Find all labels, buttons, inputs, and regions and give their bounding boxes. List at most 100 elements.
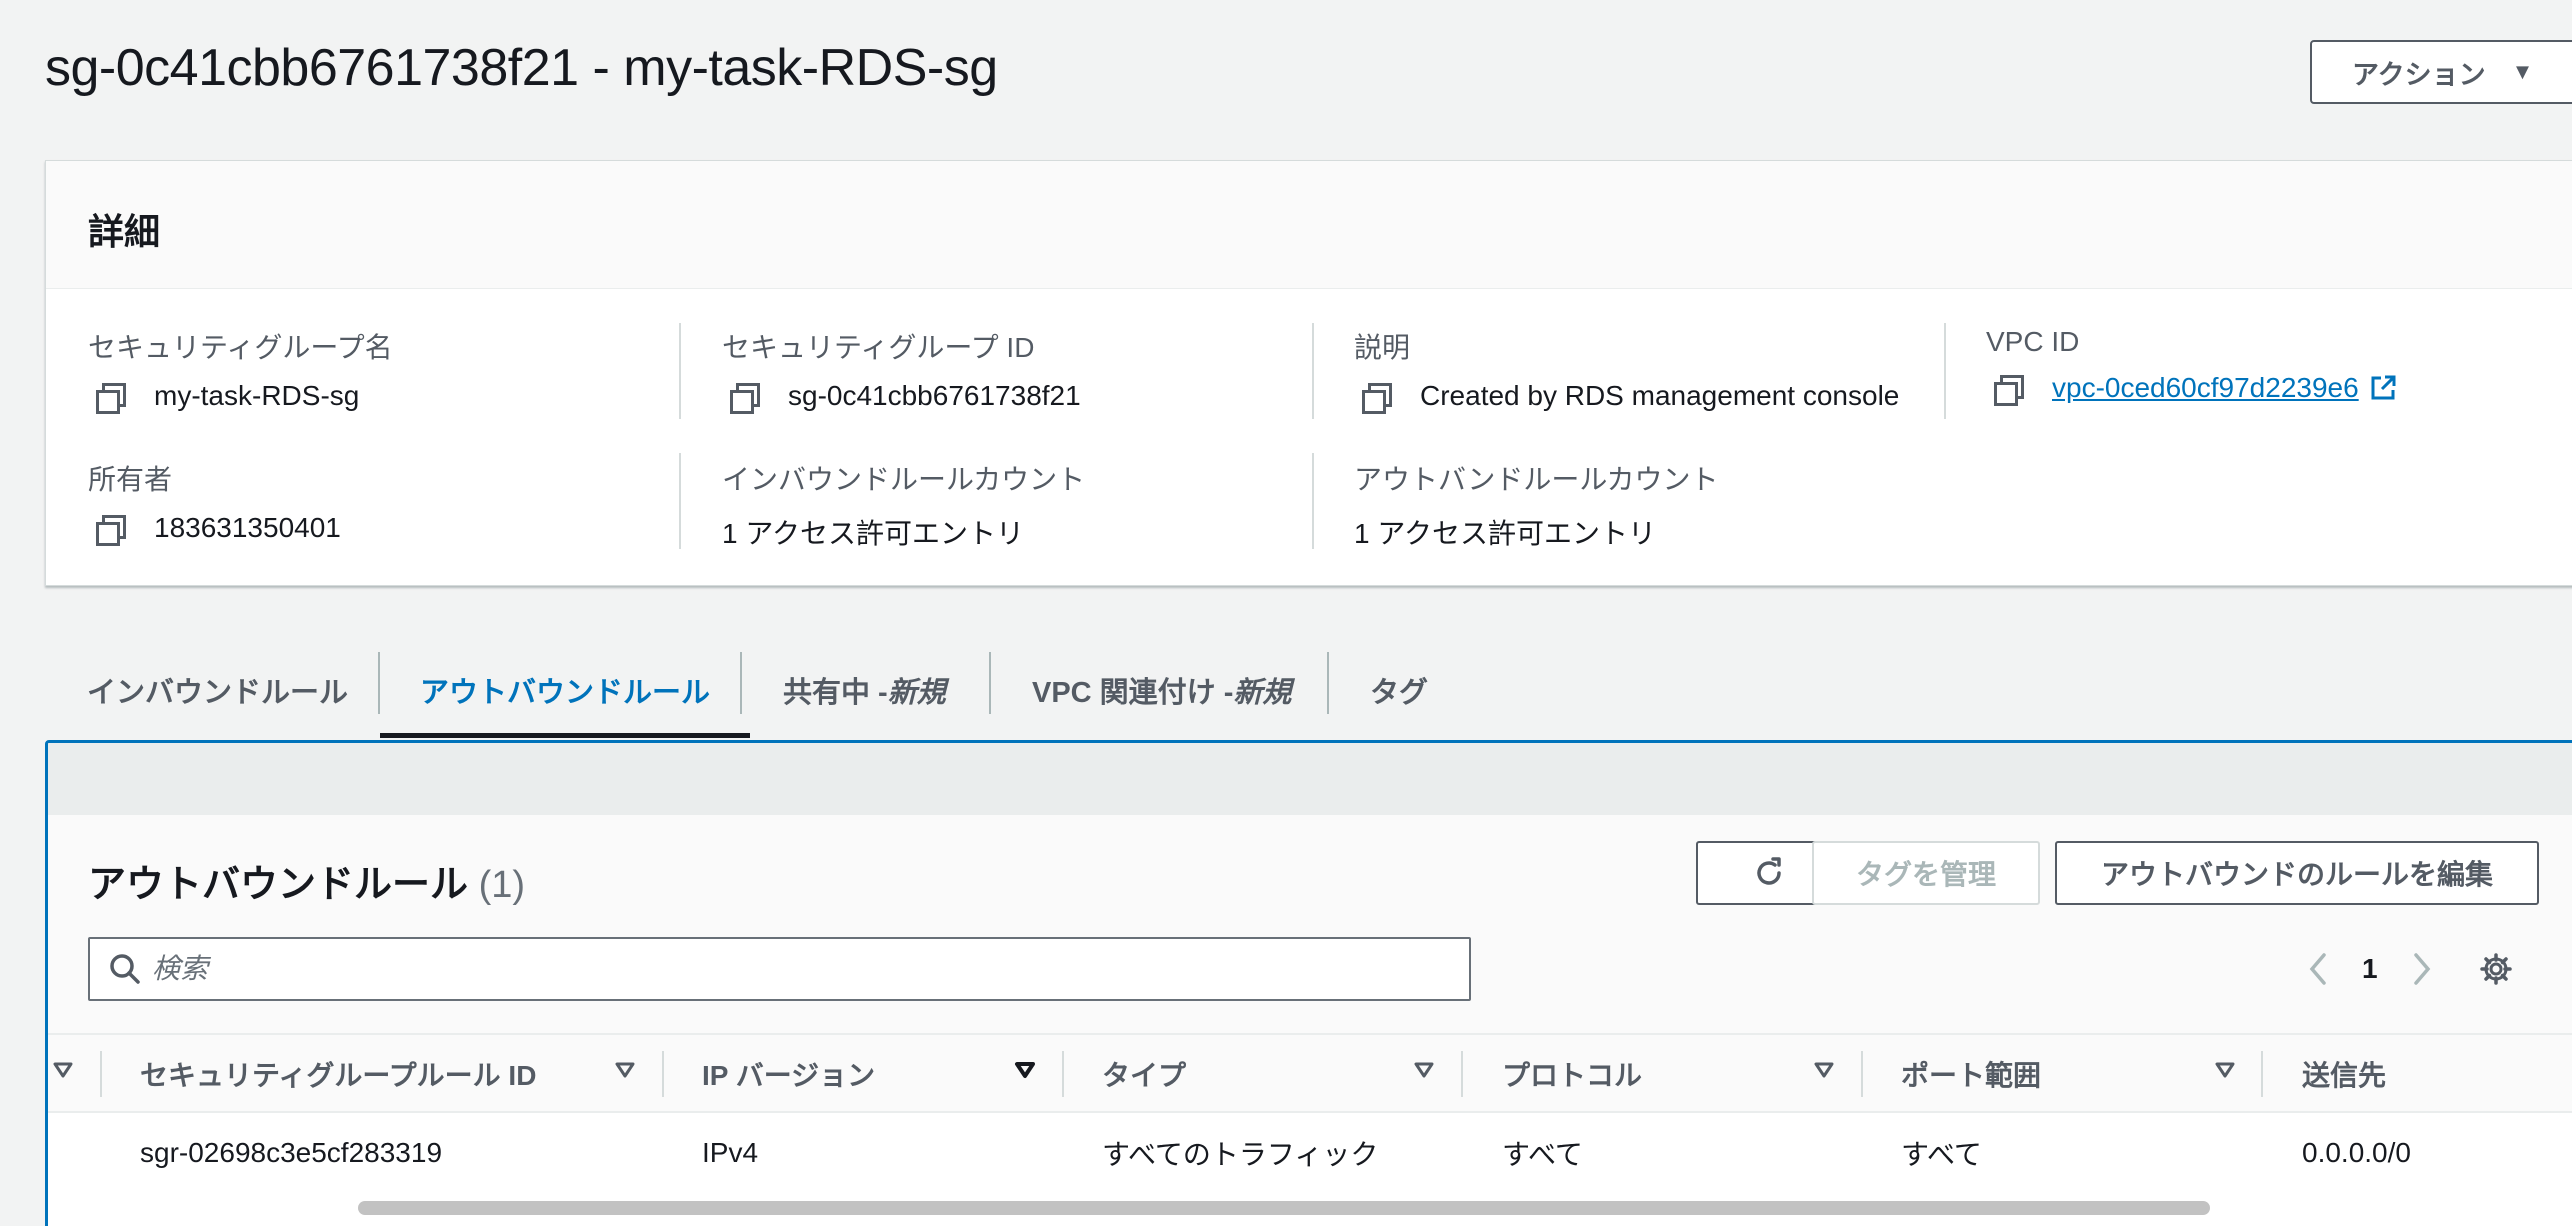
sort-icon[interactable] bbox=[614, 1059, 636, 1081]
detail-vpc-id: VPC ID vpc-0ced60cf97d2239e6 bbox=[1986, 326, 2397, 406]
chevron-right-icon[interactable] bbox=[2410, 951, 2434, 987]
copy-icon[interactable] bbox=[1992, 373, 2024, 406]
sort-icon[interactable] bbox=[1413, 1059, 1435, 1081]
column-header-destination[interactable]: 送信先 bbox=[2302, 1035, 2386, 1113]
detail-inbound-rule-count: インバウンドルールカウント 1 アクセス許可エントリ bbox=[722, 458, 1085, 552]
vpc-id-link[interactable]: vpc-0ced60cf97d2239e6 bbox=[2052, 372, 2359, 404]
sort-icon-active[interactable] bbox=[1014, 1059, 1036, 1081]
sort-icon[interactable] bbox=[52, 1059, 74, 1081]
tab-label: VPC 関連付け - bbox=[1032, 677, 1234, 709]
divider bbox=[1312, 323, 1314, 419]
search-field[interactable] bbox=[88, 937, 1471, 1001]
sort-icon[interactable] bbox=[1813, 1059, 1835, 1081]
detail-value: 1 アクセス許可エントリ bbox=[1354, 518, 1656, 549]
divider bbox=[1312, 453, 1314, 549]
horizontal-scrollbar[interactable] bbox=[358, 1201, 2210, 1215]
search-input[interactable] bbox=[152, 953, 1352, 985]
detail-label: VPC ID bbox=[1986, 326, 2080, 357]
new-badge: 新規 bbox=[1233, 677, 1292, 709]
pagination: 1 bbox=[2306, 937, 2514, 1001]
details-heading: 詳細 bbox=[46, 161, 2572, 289]
search-icon bbox=[110, 954, 140, 984]
tab-label: アウトバウンドルール bbox=[420, 677, 711, 709]
detail-label: インバウンドルールカウント bbox=[722, 464, 1086, 495]
detail-value: Created by RDS management console bbox=[1420, 380, 1900, 411]
cell-rule-id: sgr-02698c3e5cf283319 bbox=[140, 1137, 443, 1168]
detail-security-group-id: セキュリティグループ ID sg-0c41cbb6761738f21 bbox=[722, 326, 1081, 414]
edit-outbound-rules-label: アウトバウンドのルールを編集 bbox=[2100, 859, 2493, 890]
outbound-rules-panel: アウトバウンドルール (1) タグを管理 アウトバウンドのルールを編集 検索 1… bbox=[45, 740, 2572, 1226]
tab-divider bbox=[989, 652, 991, 714]
detail-value: my-task-RDS-sg bbox=[154, 380, 360, 411]
detail-label: 説明 bbox=[1354, 332, 1411, 363]
column-header-protocol[interactable]: プロトコル bbox=[1502, 1035, 1642, 1113]
copy-icon[interactable] bbox=[1360, 381, 1392, 414]
page-title: sg-0c41cbb6761738f21 - my-task-RDS-sg bbox=[45, 39, 998, 97]
detail-label: セキュリティグループ名 bbox=[88, 332, 393, 363]
tab-divider bbox=[1327, 652, 1329, 714]
cell-destination: 0.0.0.0/0 bbox=[2302, 1137, 2411, 1168]
column-header-ip-version[interactable]: IP バージョン bbox=[702, 1035, 875, 1113]
new-badge: 新規 bbox=[887, 677, 946, 709]
copy-icon[interactable] bbox=[94, 513, 126, 546]
table-header: セキュリティグループルール ID IP バージョン タイプ プロトコル ポート範… bbox=[48, 1035, 2572, 1113]
column-divider bbox=[2261, 1051, 2263, 1097]
external-link-icon bbox=[2371, 375, 2396, 400]
tab-inbound-rules[interactable]: インバウンドルール bbox=[87, 640, 348, 740]
detail-value: 1 アクセス許可エントリ bbox=[722, 518, 1024, 549]
column-header-rule-id[interactable]: セキュリティグループルール ID bbox=[140, 1035, 536, 1113]
column-divider bbox=[1861, 1051, 1863, 1097]
column-divider bbox=[1062, 1051, 1064, 1097]
detail-label: アウトバンドルールカウント bbox=[1354, 464, 1719, 495]
copy-icon[interactable] bbox=[728, 381, 760, 414]
tab-sharing[interactable]: 共有中 - 新規 bbox=[783, 640, 946, 740]
column-divider bbox=[100, 1051, 102, 1097]
current-page[interactable]: 1 bbox=[2362, 953, 2378, 985]
manage-tags-button[interactable]: タグを管理 bbox=[1812, 841, 2040, 905]
divider bbox=[1944, 323, 1946, 419]
tab-tags[interactable]: タグ bbox=[1370, 640, 1428, 740]
column-divider bbox=[662, 1051, 664, 1097]
outbound-rules-header: アウトバウンドルール (1) タグを管理 アウトバウンドのルールを編集 検索 1 bbox=[48, 815, 2572, 1035]
tab-vpc-associations[interactable]: VPC 関連付け - 新規 bbox=[1032, 640, 1291, 740]
outbound-rules-title-text: アウトバウンドルール bbox=[88, 864, 469, 906]
actions-dropdown-button[interactable]: アクション ▼ bbox=[2310, 40, 2572, 104]
tab-outbound-rules[interactable]: アウトバウンドルール bbox=[380, 640, 751, 740]
edit-outbound-rules-button[interactable]: アウトバウンドのルールを編集 bbox=[2055, 841, 2539, 905]
detail-label: 所有者 bbox=[88, 464, 173, 495]
panel-top-strip bbox=[48, 743, 2572, 815]
detail-value: 183631350401 bbox=[154, 512, 341, 543]
copy-icon[interactable] bbox=[94, 381, 126, 414]
manage-tags-label: タグを管理 bbox=[1855, 859, 1996, 890]
tab-divider bbox=[740, 652, 742, 714]
details-panel: 詳細 セキュリティグループ名 my-task-RDS-sg セキュリティグループ… bbox=[45, 160, 2572, 586]
detail-value: sg-0c41cbb6761738f21 bbox=[788, 380, 1081, 411]
detail-label: セキュリティグループ ID bbox=[722, 332, 1035, 363]
refresh-icon bbox=[1757, 857, 1781, 885]
gear-icon[interactable] bbox=[2478, 951, 2514, 987]
tab-label: 共有中 - bbox=[783, 677, 888, 709]
tab-bar: インバウンドルール アウトバウンドルール 共有中 - 新規 VPC 関連付け -… bbox=[45, 640, 2572, 740]
detail-security-group-name: セキュリティグループ名 my-task-RDS-sg bbox=[88, 326, 393, 414]
column-header-port-range[interactable]: ポート範囲 bbox=[1901, 1035, 2041, 1113]
caret-down-icon: ▼ bbox=[2511, 59, 2534, 84]
detail-description: 説明 Created by RDS management console bbox=[1354, 326, 1900, 414]
divider bbox=[679, 453, 681, 549]
cell-ip-version: IPv4 bbox=[702, 1137, 759, 1168]
chevron-left-icon[interactable] bbox=[2306, 951, 2330, 987]
divider bbox=[679, 323, 681, 419]
column-divider bbox=[1461, 1051, 1463, 1097]
rules-count: (1) bbox=[478, 864, 526, 906]
cell-protocol: すべて bbox=[1502, 1139, 1583, 1170]
actions-button-label: アクション bbox=[2352, 59, 2486, 90]
cell-type: すべてのトラフィック bbox=[1102, 1139, 1379, 1170]
cell-port-range: すべて bbox=[1901, 1139, 1982, 1170]
detail-owner: 所有者 183631350401 bbox=[88, 458, 341, 546]
tab-label: インバウンドルール bbox=[87, 677, 349, 709]
sort-icon[interactable] bbox=[2214, 1059, 2236, 1081]
tab-label: タグ bbox=[1370, 677, 1429, 709]
column-header-type[interactable]: タイプ bbox=[1102, 1035, 1186, 1113]
table-row[interactable]: sgr-02698c3e5cf283319 IPv4 すべてのトラフィック すべ… bbox=[48, 1113, 2572, 1193]
outbound-rules-title: アウトバウンドルール (1) bbox=[88, 853, 525, 908]
detail-outbound-rule-count: アウトバンドルールカウント 1 アクセス許可エントリ bbox=[1354, 458, 1719, 552]
